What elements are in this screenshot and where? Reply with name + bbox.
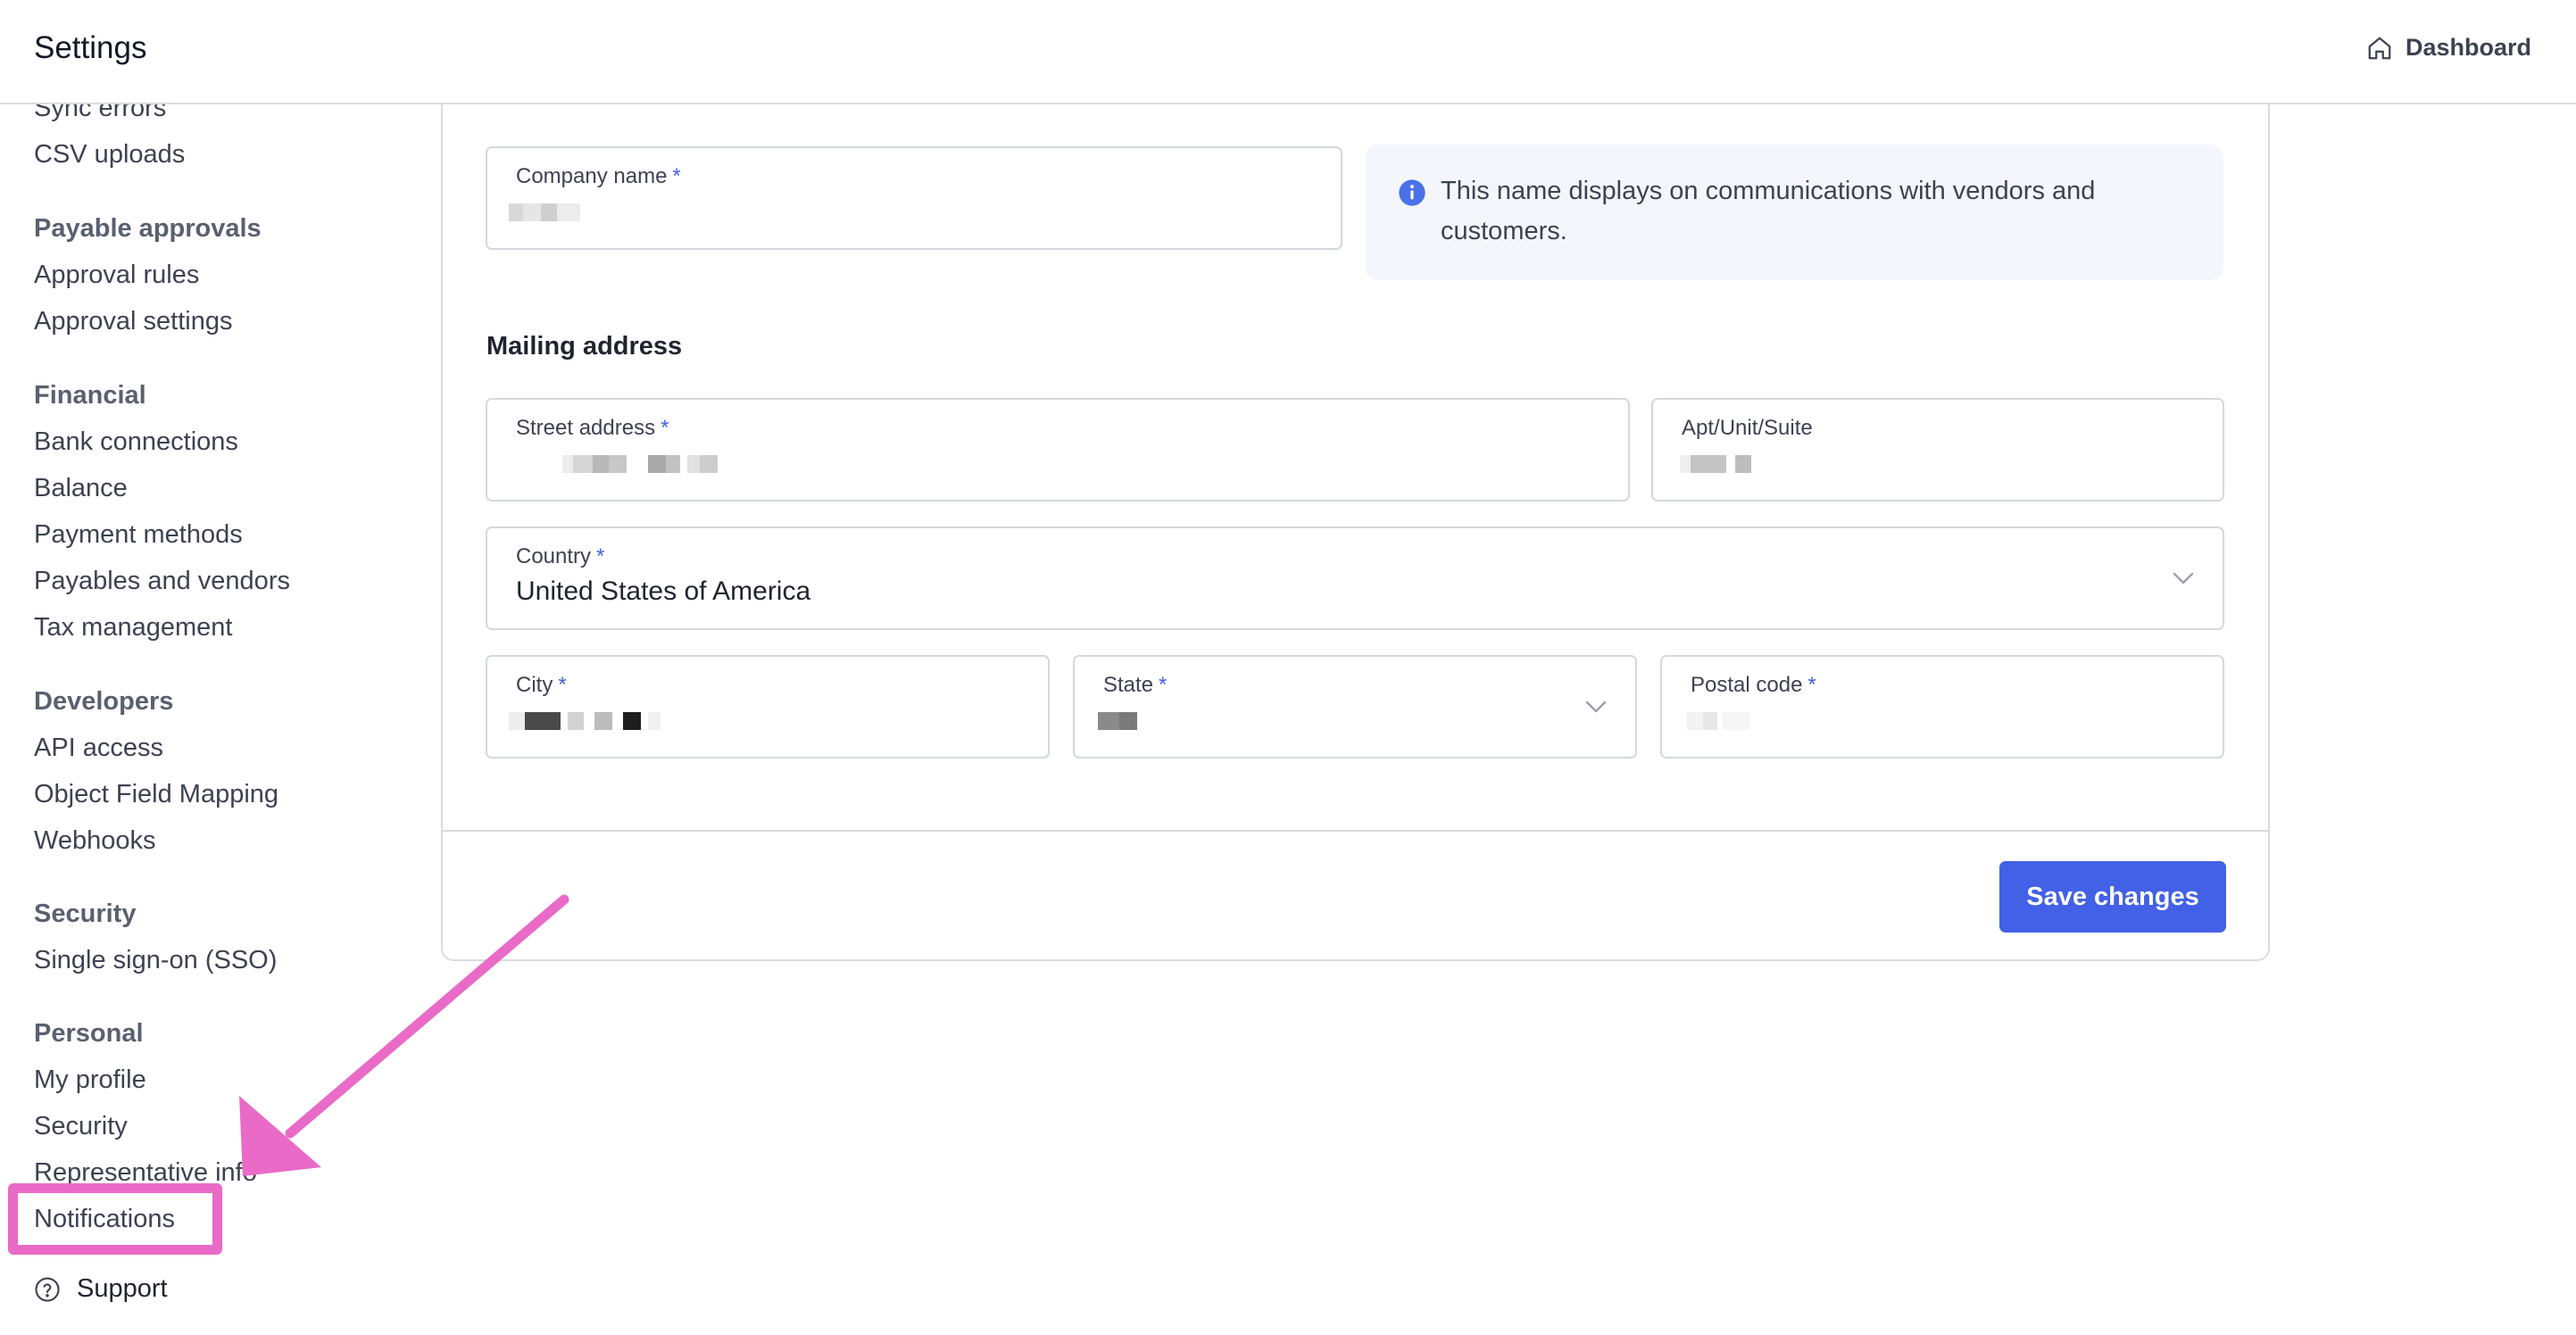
sidebar-item-approval-settings[interactable]: Approval settings <box>34 307 232 336</box>
question-circle-icon <box>35 1276 60 1302</box>
chevron-down-icon <box>1585 701 1607 713</box>
company-name-label: Company name * <box>516 164 681 188</box>
sidebar-item-sync-errors[interactable]: Sync errors <box>34 104 166 123</box>
street-address-label: Street address * <box>516 416 669 440</box>
redacted-value <box>1098 712 1169 730</box>
sidebar-item-object-field-mapping[interactable]: Object Field Mapping <box>34 780 278 809</box>
sidebar-heading-developers: Developers <box>34 687 174 716</box>
support-label: Support <box>77 1274 168 1303</box>
sidebar-item-api-access[interactable]: API access <box>34 734 163 763</box>
city-label: City * <box>516 673 567 697</box>
home-icon <box>2368 37 2391 59</box>
redacted-value <box>1680 455 1787 473</box>
info-callout: This name displays on communications wit… <box>1366 145 2223 280</box>
page-title: Settings <box>34 30 147 65</box>
settings-sidebar: Sync errors CSV uploads Payable approval… <box>0 104 441 1335</box>
redacted-value <box>509 712 705 730</box>
sidebar-item-personal-security[interactable]: Security <box>34 1112 128 1141</box>
mailing-address-title: Mailing address <box>486 332 683 361</box>
info-text: This name displays on communications wit… <box>1441 177 2096 245</box>
chevron-down-icon <box>2173 572 2194 585</box>
postal-code-label: Postal code * <box>1691 673 1816 697</box>
support-link[interactable]: Support <box>34 1274 168 1304</box>
sidebar-heading-financial: Financial <box>34 381 146 410</box>
sidebar-item-payables-vendors[interactable]: Payables and vendors <box>34 567 290 596</box>
apt-unit-label: Apt/Unit/Suite <box>1682 416 1813 440</box>
annotation-highlight-box <box>8 1183 222 1255</box>
sidebar-heading-personal: Personal <box>34 1019 144 1048</box>
sidebar-item-balance[interactable]: Balance <box>34 474 128 503</box>
redacted-value <box>562 455 768 473</box>
company-name-field[interactable]: Company name * <box>486 146 1342 250</box>
apt-unit-field[interactable]: Apt/Unit/Suite <box>1651 398 2224 502</box>
redacted-value <box>1687 712 1794 730</box>
dashboard-link[interactable]: Dashboard <box>2366 34 2531 62</box>
sidebar-heading-security: Security <box>34 900 137 928</box>
info-circle-icon <box>1399 179 1425 206</box>
street-address-field[interactable]: Street address * <box>486 398 1630 502</box>
city-field[interactable]: City * <box>486 655 1050 759</box>
card-footer-divider <box>441 830 2270 832</box>
top-bar: Settings Dashboard <box>0 0 2576 104</box>
postal-code-field[interactable]: Postal code * <box>1660 655 2224 759</box>
country-select[interactable]: Country * United States of America <box>486 527 2224 630</box>
sidebar-item-approval-rules[interactable]: Approval rules <box>34 261 199 290</box>
redacted-value <box>509 203 589 221</box>
state-select[interactable]: State * <box>1073 655 1637 759</box>
sidebar-heading-payable-approvals: Payable approvals <box>34 214 262 243</box>
save-changes-button[interactable]: Save changes <box>1999 861 2226 933</box>
sidebar-item-webhooks[interactable]: Webhooks <box>34 826 156 856</box>
country-label: Country * <box>516 544 605 568</box>
sidebar-item-sso[interactable]: Single sign-on (SSO) <box>34 946 277 975</box>
country-value: United States of America <box>516 576 811 606</box>
sidebar-item-payment-methods[interactable]: Payment methods <box>34 520 243 550</box>
dashboard-label: Dashboard <box>2405 34 2531 61</box>
state-label: State * <box>1103 673 1168 697</box>
sidebar-item-bank-connections[interactable]: Bank connections <box>34 427 238 457</box>
sidebar-item-my-profile[interactable]: My profile <box>34 1066 146 1095</box>
sidebar-item-csv-uploads[interactable]: CSV uploads <box>34 140 185 170</box>
sidebar-item-tax-management[interactable]: Tax management <box>34 613 232 643</box>
